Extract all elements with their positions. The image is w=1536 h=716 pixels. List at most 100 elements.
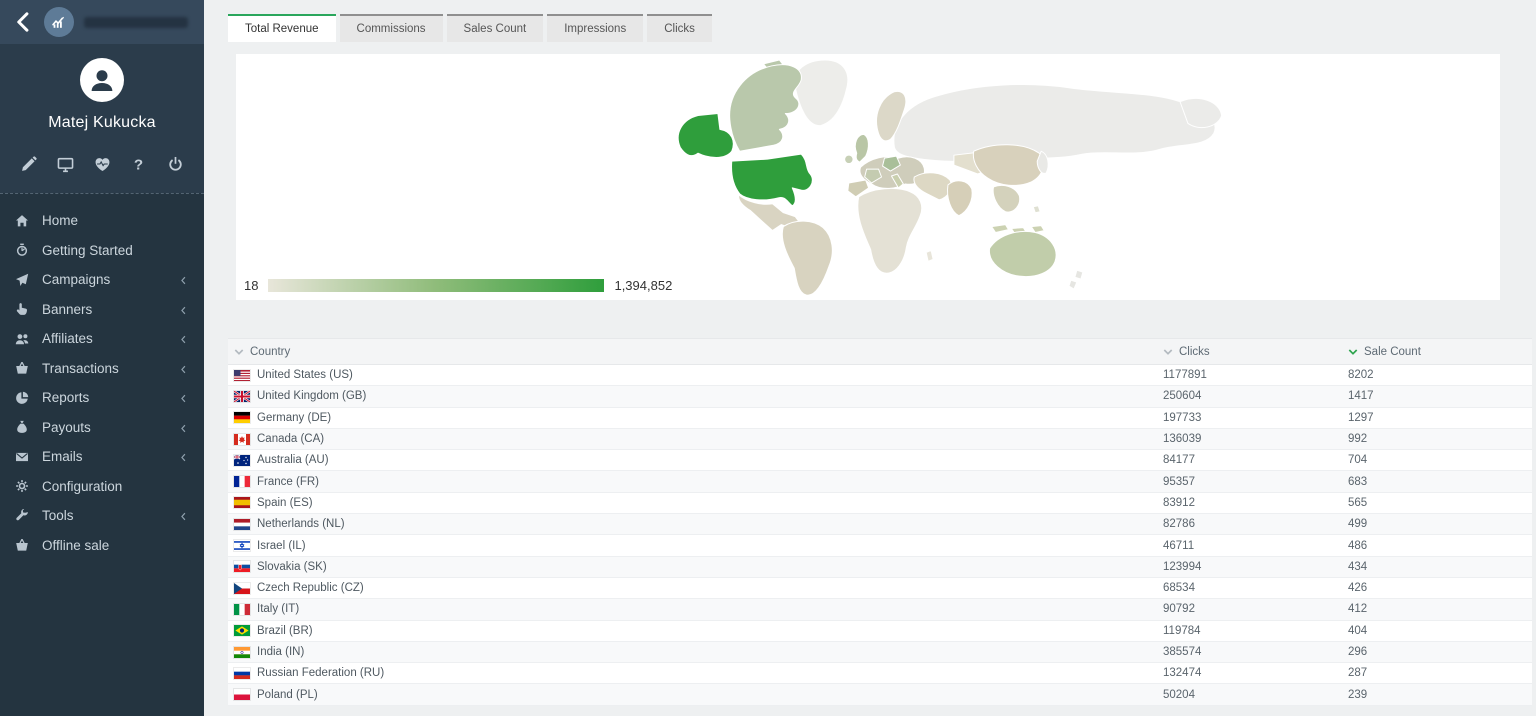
country-name: Slovakia (SK) (257, 561, 327, 573)
table-row[interactable]: Russian Federation (RU)132474287 (228, 663, 1532, 684)
country-cell: Germany (DE) (228, 412, 1163, 424)
money-bag-icon (15, 420, 29, 434)
help-icon[interactable]: ? (130, 156, 147, 173)
chevron-left-icon (178, 422, 189, 433)
column-header-sale-count[interactable]: Sale Count (1348, 346, 1532, 358)
heartbeat-icon[interactable] (94, 156, 111, 173)
sidebar-item-payouts[interactable]: Payouts (0, 413, 204, 443)
table-row[interactable]: Israel (IL)46711486 (228, 535, 1532, 556)
monitor-icon[interactable] (57, 156, 74, 173)
table-row[interactable]: Canada (CA)136039992 (228, 429, 1532, 450)
sale-count-value: 1297 (1348, 412, 1532, 424)
sidebar-item-label: Transactions (42, 361, 178, 376)
sidebar-topbar (0, 0, 204, 44)
sale-count-value: 565 (1348, 497, 1532, 509)
sidebar-item-label: Home (42, 213, 189, 228)
sidebar-item-label: Banners (42, 302, 178, 317)
table-row[interactable]: Germany (DE)1977331297 (228, 408, 1532, 429)
chevron-left-icon (178, 363, 189, 374)
pencil-icon[interactable] (20, 156, 37, 173)
world-choropleth-map[interactable] (640, 58, 1248, 296)
flag-icon-de (234, 412, 250, 423)
column-header-clicks[interactable]: Clicks (1163, 346, 1348, 358)
clicks-value: 132474 (1163, 667, 1348, 679)
table-row[interactable]: Czech Republic (CZ) 68534426 (228, 578, 1532, 599)
flag-icon-il (234, 540, 250, 551)
country-name: United States (US) (257, 369, 353, 381)
table-row[interactable]: Poland (PL)50204239 (228, 684, 1532, 705)
table-row[interactable]: France (FR)95357683 (228, 471, 1532, 492)
table-row[interactable]: Spain (ES)83912565 (228, 493, 1532, 514)
clicks-value: 1177891 (1163, 369, 1348, 381)
sidebar-item-affiliates[interactable]: Affiliates (0, 324, 204, 354)
table-row[interactable]: Australia (AU)84177704 (228, 450, 1532, 471)
sidebar-item-emails[interactable]: Emails (0, 442, 204, 472)
power-icon[interactable] (167, 156, 184, 173)
sale-count-value: 404 (1348, 625, 1532, 637)
country-cell: Canada (CA) (228, 433, 1163, 445)
sidebar-item-getting-started[interactable]: Getting Started (0, 236, 204, 266)
sidebar-item-reports[interactable]: Reports (0, 383, 204, 413)
table-body: United States (US) 11778918202 United King… (228, 365, 1532, 706)
tab-clicks[interactable]: Clicks (647, 14, 712, 42)
clicks-value: 385574 (1163, 646, 1348, 658)
table-row[interactable]: United States (US) 11778918202 (228, 365, 1532, 386)
sidebar-item-configuration[interactable]: Configuration (0, 472, 204, 502)
sale-count-value: 426 (1348, 582, 1532, 594)
avatar[interactable] (80, 58, 124, 102)
clicks-value: 68534 (1163, 582, 1348, 594)
sidebar-item-offline-sale[interactable]: Offline sale (0, 531, 204, 561)
sale-count-value: 486 (1348, 540, 1532, 552)
clicks-value: 83912 (1163, 497, 1348, 509)
sidebar-item-label: Emails (42, 449, 178, 464)
sidebar-item-label: Campaigns (42, 272, 178, 287)
clicks-value: 123994 (1163, 561, 1348, 573)
sort-active-down-icon (1348, 348, 1358, 356)
country-name: Czech Republic (CZ) (257, 582, 364, 594)
column-label: Sale Count (1364, 346, 1421, 358)
table-row[interactable]: Brazil (BR)119784404 (228, 621, 1532, 642)
sidebar-item-campaigns[interactable]: Campaigns (0, 265, 204, 295)
tab-sales-count[interactable]: Sales Count (447, 14, 544, 42)
flag-icon-nl (234, 519, 250, 530)
svg-text:?: ? (134, 157, 143, 173)
flag-icon-sk (234, 561, 250, 572)
flag-icon-us (234, 370, 250, 381)
clicks-value: 136039 (1163, 433, 1348, 445)
table-row[interactable]: United Kingdom (GB)2506041417 (228, 386, 1532, 407)
table-row[interactable]: India (IN)385574296 (228, 642, 1532, 663)
sidebar-item-transactions[interactable]: Transactions (0, 354, 204, 384)
sale-count-value: 704 (1348, 454, 1532, 466)
tab-total-revenue[interactable]: Total Revenue (228, 14, 336, 42)
table-row[interactable]: Italy (IT)90792412 (228, 599, 1532, 620)
country-cell: Australia (AU) (228, 454, 1163, 466)
sidebar-item-label: Reports (42, 390, 178, 405)
sidebar-item-label: Tools (42, 508, 178, 523)
country-name: Italy (IT) (257, 603, 299, 615)
user-name: Matej Kukucka (0, 114, 204, 132)
country-cell: Italy (IT) (228, 603, 1163, 615)
flag-icon-in (234, 647, 250, 658)
sale-count-value: 8202 (1348, 369, 1532, 381)
table-row[interactable]: Slovakia (SK)123994434 (228, 557, 1532, 578)
flag-icon-ru (234, 668, 250, 679)
sale-count-value: 992 (1348, 433, 1532, 445)
legend-min-value: 18 (244, 278, 258, 293)
country-cell: Slovakia (SK) (228, 561, 1163, 573)
column-header-country[interactable]: Country (228, 346, 1163, 358)
country-name: Poland (PL) (257, 689, 318, 701)
clicks-value: 84177 (1163, 454, 1348, 466)
envelope-icon (15, 450, 29, 464)
sidebar-menu: Home Getting Started Campaigns Banners Affil… (0, 193, 204, 716)
sale-count-value: 287 (1348, 667, 1532, 679)
table-row[interactable]: Netherlands (NL)82786499 (228, 514, 1532, 535)
sale-count-value: 239 (1348, 689, 1532, 701)
sidebar-item-home[interactable]: Home (0, 206, 204, 236)
tab-impressions[interactable]: Impressions (547, 14, 643, 42)
sidebar-item-tools[interactable]: Tools (0, 501, 204, 531)
flag-icon-gb (234, 391, 250, 402)
country-name: Germany (DE) (257, 412, 331, 424)
tab-commissions[interactable]: Commissions (340, 14, 443, 42)
back-icon[interactable] (12, 11, 34, 33)
sidebar-item-banners[interactable]: Banners (0, 295, 204, 325)
